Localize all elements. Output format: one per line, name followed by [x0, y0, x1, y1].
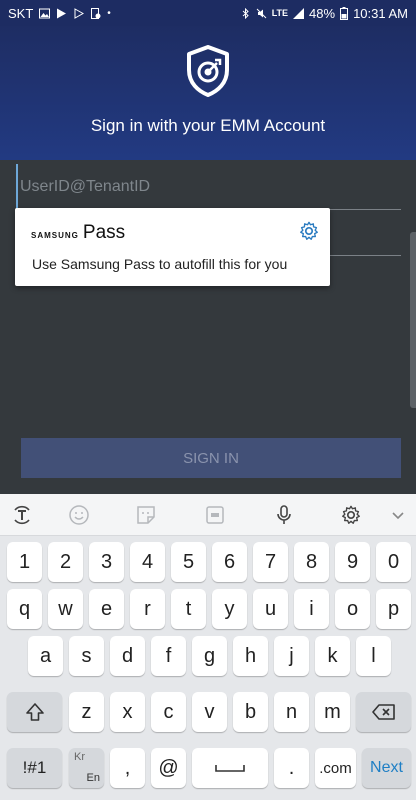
key-w[interactable]: w: [48, 589, 83, 629]
at-key[interactable]: @: [151, 748, 186, 788]
key-r[interactable]: r: [130, 589, 165, 629]
key-p[interactable]: p: [376, 589, 411, 629]
clock: 10:31 AM: [353, 5, 408, 21]
mute-icon: [256, 8, 267, 18]
key-1[interactable]: 1: [7, 542, 42, 582]
key-x[interactable]: x: [110, 692, 145, 732]
key-6[interactable]: 6: [212, 542, 247, 582]
key-c[interactable]: c: [151, 692, 186, 732]
key-s[interactable]: s: [69, 636, 104, 676]
key-7[interactable]: 7: [253, 542, 288, 582]
key-0[interactable]: 0: [376, 542, 411, 582]
symbols-key[interactable]: !#1: [7, 748, 62, 788]
key-b[interactable]: b: [233, 692, 268, 732]
next-key[interactable]: Next: [362, 748, 411, 788]
period-key[interactable]: .: [274, 748, 309, 788]
dot-com-key[interactable]: .com: [315, 748, 356, 788]
language-key-top: Kr: [74, 751, 85, 763]
key-d[interactable]: d: [110, 636, 145, 676]
key-z[interactable]: z: [69, 692, 104, 732]
gallery-icon: [39, 8, 51, 18]
scroll-handle[interactable]: [410, 232, 416, 408]
carrier-label: SKT: [8, 5, 34, 21]
key-4[interactable]: 4: [130, 542, 165, 582]
comma-key[interactable]: ,: [110, 748, 145, 788]
space-key[interactable]: [192, 748, 268, 788]
header: Sign in with your EMM Account: [0, 26, 416, 160]
battery-label: 48%: [309, 5, 336, 21]
keyboard-settings-icon[interactable]: [338, 502, 364, 528]
key-q[interactable]: q: [7, 589, 42, 629]
lte-label: LTE: [271, 8, 289, 18]
key-g[interactable]: g: [192, 636, 227, 676]
file-icon: [91, 7, 101, 19]
key-t[interactable]: t: [171, 589, 206, 629]
key-o[interactable]: o: [335, 589, 370, 629]
battery-icon: [340, 6, 349, 20]
settings-gear-icon[interactable]: [298, 220, 320, 242]
signin-button[interactable]: SIGN IN: [21, 438, 401, 478]
username-input[interactable]: [16, 164, 401, 210]
language-key[interactable]: Kr En: [69, 748, 104, 788]
key-a[interactable]: a: [28, 636, 63, 676]
key-m[interactable]: m: [315, 692, 350, 732]
key-2[interactable]: 2: [48, 542, 83, 582]
more-notifications-icon: •: [107, 7, 111, 19]
keyboard-toolbar: [0, 494, 416, 536]
translate-icon[interactable]: [9, 502, 35, 528]
key-3[interactable]: 3: [89, 542, 124, 582]
signal-icon: [293, 7, 305, 19]
status-bar: SKT • LTE 48% 10:31 AM: [0, 0, 416, 26]
emoji-icon[interactable]: [66, 502, 92, 528]
bluetooth-icon: [242, 7, 249, 19]
key-9[interactable]: 9: [335, 542, 370, 582]
shift-arrow-icon: [25, 703, 44, 721]
backspace-icon: [371, 704, 395, 720]
keyboard: 1 2 3 4 5 6 7 8 9 0 q w e r t y u i o p …: [0, 536, 416, 800]
play-icon: [74, 7, 85, 19]
shift-key[interactable]: [7, 692, 62, 732]
samsung-pass-brand-small: SAMSUNG: [31, 231, 79, 240]
key-5[interactable]: 5: [171, 542, 206, 582]
key-j[interactable]: j: [274, 636, 309, 676]
key-y[interactable]: y: [212, 589, 247, 629]
samsung-pass-brand-large: Pass: [82, 222, 126, 243]
key-u[interactable]: u: [253, 589, 288, 629]
language-key-bottom: En: [86, 772, 100, 784]
key-i[interactable]: i: [294, 589, 329, 629]
space-bar-icon: [215, 765, 245, 772]
key-n[interactable]: n: [274, 692, 309, 732]
key-e[interactable]: e: [89, 589, 124, 629]
key-8[interactable]: 8: [294, 542, 329, 582]
key-h[interactable]: h: [233, 636, 268, 676]
collapse-chevron-down-icon[interactable]: [385, 502, 411, 528]
microphone-icon[interactable]: [271, 502, 297, 528]
backspace-key[interactable]: [356, 692, 411, 732]
key-v[interactable]: v: [192, 692, 227, 732]
key-l[interactable]: l: [356, 636, 391, 676]
play-store-icon: [57, 8, 67, 18]
page-title: Sign in with your EMM Account: [90, 116, 326, 135]
sticker-icon[interactable]: [133, 502, 159, 528]
shield-target-icon: [187, 45, 229, 97]
key-f[interactable]: f: [151, 636, 186, 676]
samsung-pass-logo: SAMSUNG Pass: [31, 222, 125, 244]
key-k[interactable]: k: [315, 636, 350, 676]
autofill-message: Use Samsung Pass to autofill this for yo…: [32, 256, 288, 272]
samsung-pass-autofill-popup[interactable]: SAMSUNG Pass Use Samsung Pass to autofil…: [15, 208, 330, 286]
gif-icon[interactable]: [202, 502, 228, 528]
